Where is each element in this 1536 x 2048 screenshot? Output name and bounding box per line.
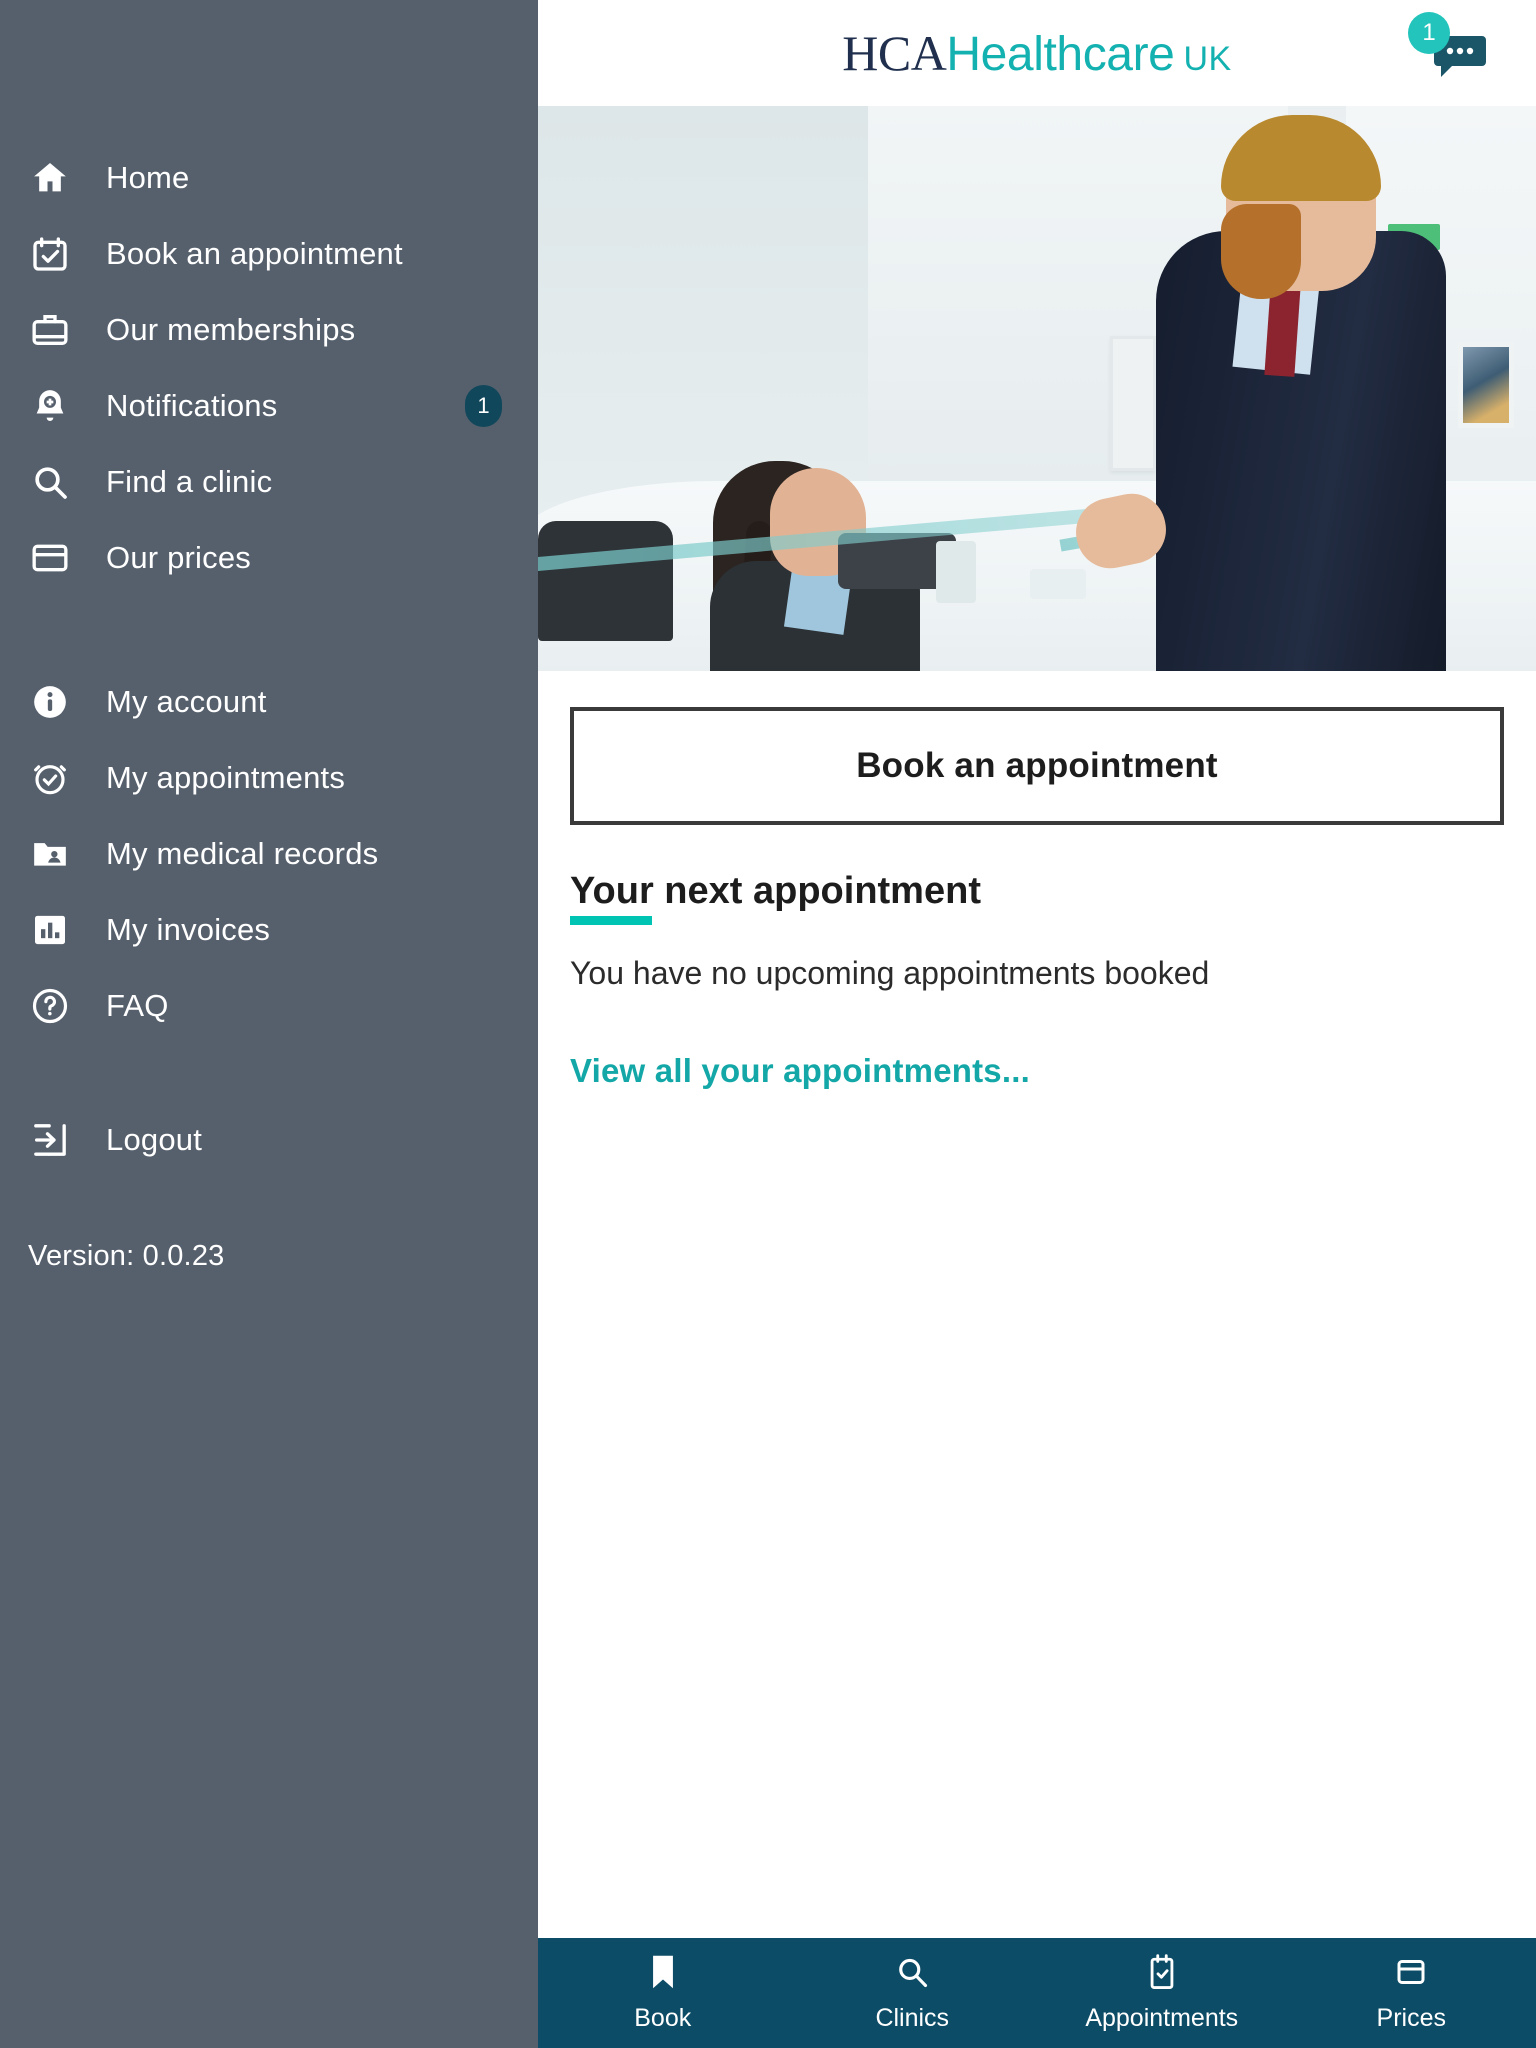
sidebar-item-home[interactable]: Home: [0, 140, 538, 216]
no-appointments-message: You have no upcoming appointments booked: [570, 955, 1210, 991]
heading-accent-underline: [570, 916, 652, 925]
wall-frame: [1110, 336, 1156, 471]
app-version: Version: 0.0.23: [28, 1240, 225, 1272]
bottom-nav-item-book[interactable]: Book: [538, 1953, 788, 2033]
bottom-nav-label: Book: [634, 2004, 692, 2032]
sidebar-item-label: My invoices: [106, 912, 271, 947]
question-circle-icon: [28, 984, 72, 1028]
hero-reception-image: [538, 106, 1536, 671]
logout-button[interactable]: Logout: [0, 1102, 538, 1178]
bottom-navigation: Book Clinics Appointments Prices: [538, 1938, 1536, 2048]
office-chair: [538, 521, 673, 641]
sidebar-item-notifications[interactable]: Notifications 1: [0, 368, 538, 444]
hca-healthcare-uk-logo[interactable]: HCA Healthcare UK: [842, 24, 1231, 82]
notifications-badge: 1: [465, 385, 502, 427]
sidebar-item-label: My medical records: [106, 836, 379, 871]
sidebar-secondary-group: My account My appointments My medical re…: [0, 596, 538, 1044]
chat-unread-badge: 1: [1408, 12, 1450, 54]
sidebar-item-find-a-clinic[interactable]: Find a clinic: [0, 444, 538, 520]
bottom-nav-label: Prices: [1376, 2004, 1446, 2032]
logo-uk-text: UK: [1183, 40, 1232, 78]
credit-card-icon: [28, 536, 72, 580]
calendar-check-icon: [1145, 1953, 1179, 1996]
sidebar-item-book-an-appointment[interactable]: Book an appointment: [0, 216, 538, 292]
main-panel: HCA Healthcare UK 1 Book an appointment …: [538, 0, 1536, 2048]
credit-card-icon: [1393, 1953, 1429, 1996]
chat-button[interactable]: 1: [1408, 12, 1488, 92]
sidebar-item-label: Our memberships: [106, 312, 356, 347]
search-icon: [28, 460, 72, 504]
bottom-nav-item-appointments[interactable]: Appointments: [1037, 1953, 1287, 2033]
app-header: HCA Healthcare UK 1: [538, 0, 1536, 106]
sidebar-item-my-invoices[interactable]: My invoices: [0, 892, 538, 968]
view-all-appointments-link[interactable]: View all your appointments...: [570, 1052, 1504, 1090]
sidebar-item-label: My appointments: [106, 760, 346, 795]
sidebar: Home Book an appointment Our memberships…: [0, 0, 538, 2048]
sidebar-item-label: FAQ: [106, 988, 169, 1023]
desk-item: [1030, 569, 1086, 599]
bar-chart-icon: [28, 908, 72, 952]
sidebar-item-my-appointments[interactable]: My appointments: [0, 740, 538, 816]
your-next-appointment-heading: Your next appointment: [570, 870, 981, 925]
sidebar-item-label: Our prices: [106, 540, 251, 575]
book-an-appointment-button[interactable]: Book an appointment: [570, 707, 1504, 825]
search-icon: [894, 1953, 930, 1996]
bottom-nav-label: Appointments: [1085, 2004, 1239, 2032]
alarm-check-icon: [28, 756, 72, 800]
bottom-nav-label: Clinics: [875, 2004, 950, 2032]
bottom-nav-item-prices[interactable]: Prices: [1287, 1953, 1536, 2033]
sidebar-item-label: Notifications: [106, 388, 278, 423]
calendar-check-icon: [28, 232, 72, 276]
sidebar-primary-group: Home Book an appointment Our memberships…: [0, 18, 538, 596]
sidebar-item-faq[interactable]: FAQ: [0, 968, 538, 1044]
bell-plus-icon: [28, 384, 72, 428]
sidebar-item-my-account[interactable]: My account: [0, 664, 538, 740]
app-root: Home Book an appointment Our memberships…: [0, 0, 1536, 2048]
logout-label: Logout: [106, 1122, 203, 1157]
sidebar-item-label: Book an appointment: [106, 236, 403, 271]
briefcase-icon: [28, 308, 72, 352]
sidebar-item-our-memberships[interactable]: Our memberships: [0, 292, 538, 368]
logout-icon: [28, 1118, 72, 1162]
folder-person-icon: [28, 832, 72, 876]
sidebar-item-label: Home: [106, 160, 190, 195]
logo-healthcare-text: Healthcare: [946, 28, 1175, 81]
heading-text: Your next appointment: [570, 870, 981, 912]
sidebar-logout-group: Logout: [0, 1044, 538, 1178]
bookmark-icon: [646, 1953, 680, 1996]
sidebar-item-label: Find a clinic: [106, 464, 273, 499]
home-icon: [28, 156, 72, 200]
info-circle-icon: [28, 680, 72, 724]
visitor-beard: [1221, 204, 1301, 299]
wall-artwork: [1458, 342, 1514, 428]
content-area: Book an appointment Your next appointmen…: [538, 671, 1536, 1938]
sidebar-item-our-prices[interactable]: Our prices: [0, 520, 538, 596]
sidebar-item-my-medical-records[interactable]: My medical records: [0, 816, 538, 892]
desk-item: [936, 541, 976, 603]
logo-hca-text: HCA: [842, 25, 947, 81]
sidebar-item-label: My account: [106, 684, 267, 719]
bottom-nav-item-clinics[interactable]: Clinics: [788, 1953, 1038, 2033]
